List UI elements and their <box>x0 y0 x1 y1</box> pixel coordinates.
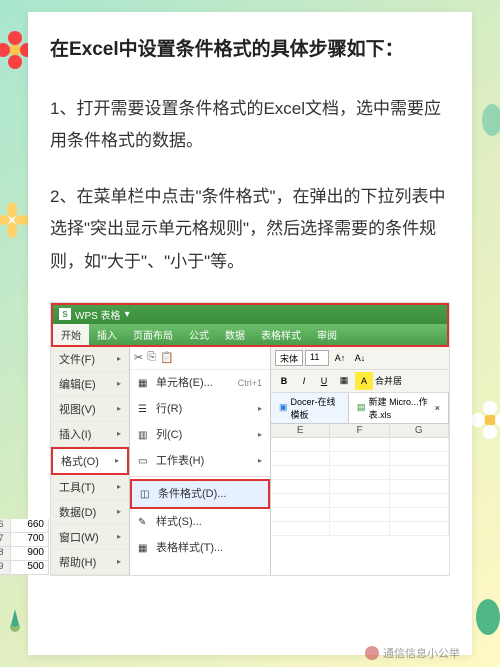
wps-title-bar: S WPS 表格 ▾ <box>51 303 449 324</box>
menu-help[interactable]: 帮助(H)▸ <box>51 550 129 575</box>
ribbon-tab-data[interactable]: 数据 <box>217 324 253 345</box>
conditional-format-icon: ◫ <box>140 489 154 503</box>
content-card: 在Excel中设置条件格式的具体步骤如下： 1、打开需要设置条件格式的Excel… <box>28 12 472 655</box>
ribbon-tab-review[interactable]: 审阅 <box>309 324 345 345</box>
chevron-right-icon: ▸ <box>117 482 121 491</box>
step-2: 2、在菜单栏中点击"条件格式"，在弹出的下拉列表中选择"突出显示单元格规则"，然… <box>50 181 450 278</box>
row-header[interactable]: 9 <box>0 561 11 575</box>
chevron-right-icon: ▸ <box>258 430 262 439</box>
chevron-right-icon: ▸ <box>117 507 121 516</box>
row-header[interactable]: 7 <box>0 533 11 547</box>
visible-data-cells: 6660 7700 8900 9500 <box>0 519 49 575</box>
ribbon-tab-style[interactable]: 表格样式 <box>253 324 309 345</box>
watermark-text: 通信信息小公举 <box>383 645 460 661</box>
chevron-right-icon: ▸ <box>258 456 262 465</box>
document-tabs: ▣ Docer-在线模板 ▤ 新建 Micro...作表.xls × <box>271 393 449 424</box>
col-header[interactable]: F <box>330 424 389 438</box>
file-menu: 文件(F)▸ 编辑(E)▸ 视图(V)▸ 插入(I)▸ 格式(O)▸ 工具(T)… <box>51 347 130 575</box>
menu-insert[interactable]: 插入(I)▸ <box>51 422 129 447</box>
excel-file-icon: ▤ <box>357 402 366 413</box>
submenu-table-style[interactable]: ▦表格样式(T)... <box>130 535 270 561</box>
close-tab-icon[interactable]: × <box>435 403 440 413</box>
chevron-right-icon: ▸ <box>117 404 121 413</box>
copy-icon[interactable]: ⎘ <box>147 351 156 364</box>
wps-brand: WPS 表格 <box>75 307 121 322</box>
chevron-right-icon: ▸ <box>117 532 121 541</box>
submenu-cells[interactable]: ▦单元格(E)... Ctrl+1 <box>130 370 270 396</box>
submenu-conditional-format[interactable]: ◫条件格式(D)... <box>130 479 270 509</box>
format-submenu: ✂ ⎘ 📋 ▦单元格(E)... Ctrl+1 ☰行(R) ▸ ▥列(C) ▸ <box>130 347 271 575</box>
menu-view[interactable]: 视图(V)▸ <box>51 397 129 422</box>
submenu-column[interactable]: ▥列(C) ▸ <box>130 422 270 448</box>
dropdown-icon: ▾ <box>125 309 130 320</box>
row-header[interactable]: 6 <box>0 519 11 533</box>
spreadsheet-area: 宋体 11 A↑ A↓ B I U ▦ A 合并居 ▣ Docer-在线模板 <box>271 347 449 575</box>
page-title: 在Excel中设置条件格式的具体步骤如下： <box>50 36 450 65</box>
wps-logo-icon: S <box>59 308 71 320</box>
italic-button[interactable]: I <box>295 372 313 390</box>
col-header[interactable]: E <box>271 424 330 438</box>
column-icon: ▥ <box>138 430 152 444</box>
chevron-right-icon: ▸ <box>258 404 262 413</box>
shortcut-label: Ctrl+1 <box>238 378 262 388</box>
border-icon[interactable]: ▦ <box>335 372 353 390</box>
submenu-worksheet[interactable]: ▭工作表(H) ▸ <box>130 448 270 474</box>
table-style-icon: ▦ <box>138 543 152 557</box>
font-size-select[interactable]: 11 <box>305 350 329 366</box>
step-1: 1、打开需要设置条件格式的Excel文档，选中需要应用条件格式的数据。 <box>50 93 450 158</box>
cell[interactable]: 700 <box>11 533 49 547</box>
bold-button[interactable]: B <box>275 372 293 390</box>
chevron-right-icon: ▸ <box>117 429 121 438</box>
workbook-tab[interactable]: ▤ 新建 Micro...作表.xls × <box>349 393 449 423</box>
font-shrink-icon[interactable]: A↓ <box>351 349 369 367</box>
spreadsheet-grid[interactable]: E F G <box>271 424 449 536</box>
row-icon: ☰ <box>138 404 152 418</box>
ribbon-tab-formula[interactable]: 公式 <box>181 324 217 345</box>
menu-separator <box>130 476 270 477</box>
cells-icon: ▦ <box>138 378 152 392</box>
cut-icon[interactable]: ✂ <box>134 351 143 364</box>
ribbon-tab-insert[interactable]: 插入 <box>89 324 125 345</box>
docer-tab[interactable]: ▣ Docer-在线模板 <box>271 393 349 423</box>
menu-data[interactable]: 数据(D)▸ <box>51 500 129 525</box>
watermark: 通信信息小公举 <box>365 645 460 661</box>
submenu-style[interactable]: ✎样式(S)... <box>130 509 270 535</box>
wps-screenshot: S WPS 表格 ▾ 开始 插入 页面布局 公式 数据 表格样式 审阅 文件(F… <box>50 302 450 576</box>
main-area: 文件(F)▸ 编辑(E)▸ 视图(V)▸ 插入(I)▸ 格式(O)▸ 工具(T)… <box>51 347 449 575</box>
font-toolbar: 宋体 11 A↑ A↓ <box>271 347 449 370</box>
clipboard-row: ✂ ⎘ 📋 <box>130 347 270 370</box>
watermark-avatar-icon <box>365 646 379 660</box>
column-headers: E F G <box>271 424 449 438</box>
font-family-select[interactable]: 宋体 <box>275 350 303 366</box>
menu-edit[interactable]: 编辑(E)▸ <box>51 372 129 397</box>
ribbon-tabs: 开始 插入 页面布局 公式 数据 表格样式 审阅 <box>51 324 449 347</box>
menu-file[interactable]: 文件(F)▸ <box>51 347 129 372</box>
menu-window[interactable]: 窗口(W)▸ <box>51 525 129 550</box>
cell[interactable]: 500 <box>11 561 49 575</box>
underline-button[interactable]: U <box>315 372 333 390</box>
format-toolbar: B I U ▦ A 合并居 <box>271 370 449 393</box>
chevron-right-icon: ▸ <box>115 456 119 465</box>
cell[interactable]: 900 <box>11 547 49 561</box>
chevron-right-icon: ▸ <box>117 557 121 566</box>
ribbon-tab-layout[interactable]: 页面布局 <box>125 324 181 345</box>
chevron-right-icon: ▸ <box>117 354 121 363</box>
menu-tools[interactable]: 工具(T)▸ <box>51 475 129 500</box>
fill-color-icon[interactable]: A <box>355 372 373 390</box>
sheet-icon: ▭ <box>138 456 152 470</box>
docer-icon: ▣ <box>279 402 288 413</box>
font-grow-icon[interactable]: A↑ <box>331 349 349 367</box>
chevron-right-icon: ▸ <box>117 379 121 388</box>
row-header[interactable]: 8 <box>0 547 11 561</box>
cell[interactable]: 660 <box>11 519 49 533</box>
col-header[interactable]: G <box>390 424 449 438</box>
submenu-row[interactable]: ☰行(R) ▸ <box>130 396 270 422</box>
ribbon-tab-start[interactable]: 开始 <box>53 324 89 345</box>
style-icon: ✎ <box>138 517 152 531</box>
menu-format[interactable]: 格式(O)▸ <box>51 447 129 475</box>
paste-icon[interactable]: 📋 <box>160 351 174 364</box>
merge-label[interactable]: 合并居 <box>375 374 402 387</box>
